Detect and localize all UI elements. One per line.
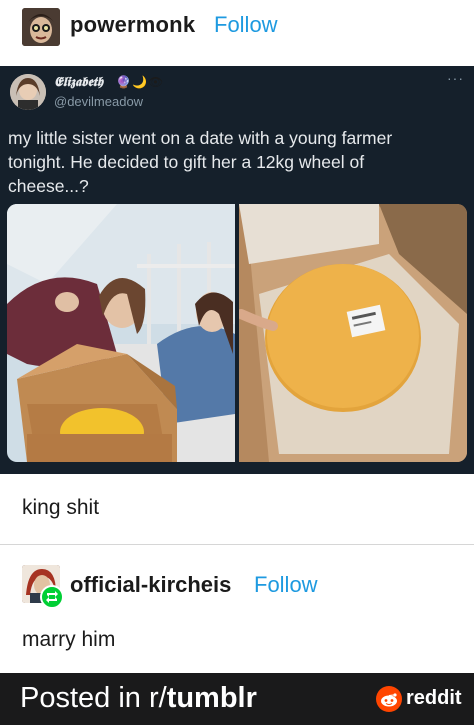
posted-in-label: Posted in r/tumblr: [20, 682, 257, 715]
post-header: powermonk Follow: [0, 0, 474, 56]
divider: [0, 544, 474, 545]
reddit-footer: Posted in r/tumblr reddit: [0, 673, 474, 725]
tweet-text: my little sister went on a date with a y…: [8, 128, 393, 196]
reblog-icon: [40, 585, 64, 609]
post-comment-text: king shit: [22, 496, 100, 519]
tweet-handle[interactable]: @devilmeadow: [54, 94, 143, 109]
crystal-ball-icon: 🔮: [116, 75, 131, 89]
subreddit-name[interactable]: tumblr: [167, 682, 257, 714]
eye-icon: 👁: [148, 75, 164, 89]
follow-button[interactable]: Follow: [214, 12, 278, 38]
reblog-username-link[interactable]: official-kircheis: [70, 572, 231, 598]
reblog-comment-text: marry him: [22, 628, 116, 651]
reddit-logo-icon: [376, 686, 402, 712]
photo-cheese-wheel[interactable]: [236, 204, 467, 462]
tweet-media[interactable]: [7, 204, 467, 462]
reddit-wordmark: reddit: [406, 687, 462, 709]
username-link[interactable]: powermonk: [70, 12, 195, 38]
more-options-icon[interactable]: ···: [447, 70, 464, 86]
reblog-follow-button[interactable]: Follow: [254, 572, 318, 598]
avatar[interactable]: [22, 8, 60, 46]
tweet-card: 𝕰𝖑𝖎𝖟𝖆𝖇𝖊𝖙𝖍 🔮 🌙 👁 @devilmeadow ··· my litt…: [0, 66, 474, 474]
posted-in-prefix: Posted in r/: [20, 682, 167, 714]
moon-icon: 🌙: [132, 75, 147, 89]
tweet-display-name[interactable]: 𝕰𝖑𝖎𝖟𝖆𝖇𝖊𝖙𝖍: [54, 75, 103, 90]
photo-girls-with-box[interactable]: [7, 204, 235, 462]
tweet-avatar[interactable]: [10, 74, 46, 110]
